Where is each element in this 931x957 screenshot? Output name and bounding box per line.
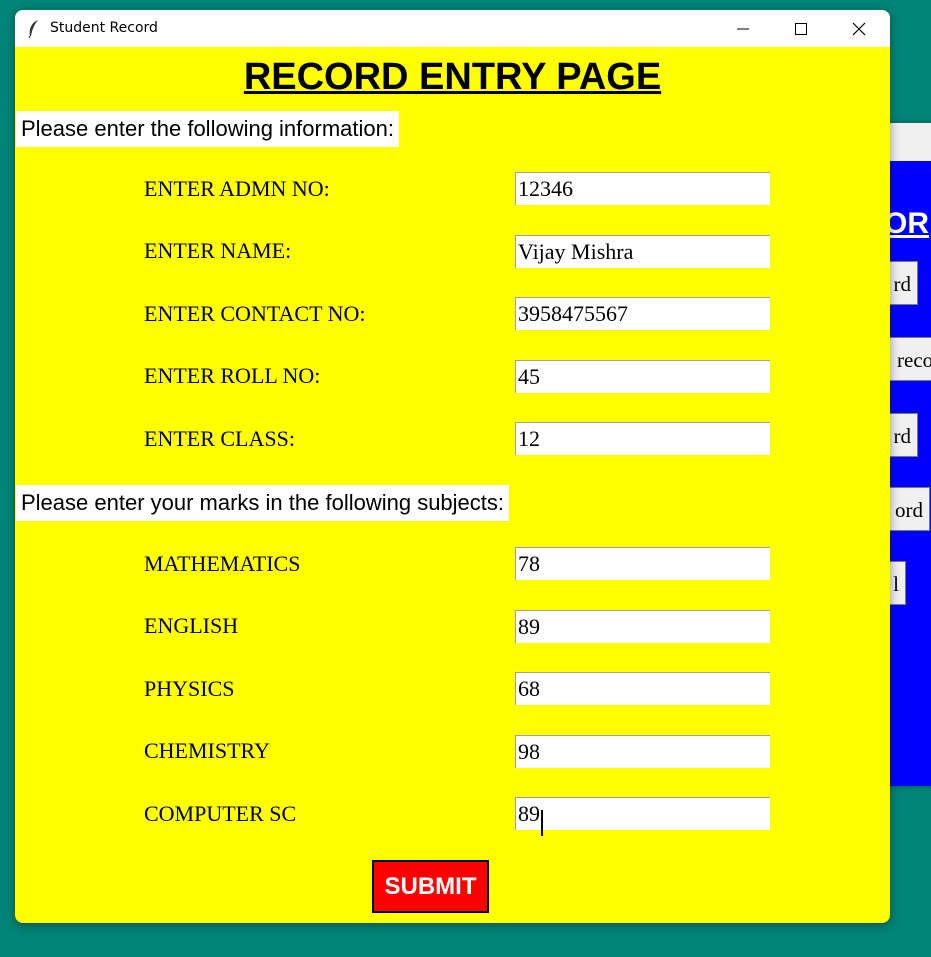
class-label: ENTER CLASS:: [144, 426, 295, 451]
physics-input[interactable]: [515, 672, 770, 705]
contact-no-label: ENTER CONTACT NO:: [144, 301, 366, 326]
mathematics-input[interactable]: [515, 547, 770, 580]
maximize-icon: [795, 23, 807, 35]
submit-button[interactable]: SUBMIT: [372, 860, 489, 913]
computer-sc-label: COMPUTER SC: [144, 801, 297, 826]
name-input[interactable]: [515, 235, 770, 268]
admn-no-label: ENTER ADMN NO:: [144, 176, 330, 201]
window-title: Student Record: [50, 20, 158, 36]
close-icon: [852, 22, 866, 36]
name-label: ENTER NAME:: [144, 238, 292, 263]
page-title: RECORD ENTRY PAGE: [243, 56, 662, 98]
chemistry-input[interactable]: [515, 735, 770, 768]
chemistry-label: CHEMISTRY: [144, 738, 270, 763]
admn-no-input[interactable]: [515, 172, 770, 205]
contact-no-input[interactable]: [515, 297, 770, 330]
minimize-button[interactable]: [715, 10, 773, 47]
english-input[interactable]: [515, 610, 770, 643]
minimize-icon: [737, 28, 749, 30]
roll-no-label: ENTER ROLL NO:: [144, 363, 321, 388]
background-window-title: OR: [884, 207, 929, 240]
close-button[interactable]: [831, 10, 889, 47]
computer-sc-input[interactable]: [515, 797, 770, 830]
physics-label: PHYSICS: [144, 676, 235, 701]
info-prompt: Please enter the following information:: [16, 111, 399, 147]
text-cursor: [541, 810, 543, 836]
mathematics-label: MATHEMATICS: [144, 551, 301, 576]
feather-icon: [28, 20, 38, 39]
english-label: ENGLISH: [144, 613, 239, 638]
maximize-button[interactable]: [773, 10, 831, 47]
form-area: RECORD ENTRY PAGE Please enter the follo…: [15, 47, 890, 923]
marks-prompt: Please enter your marks in the following…: [16, 485, 510, 521]
title-bar[interactable]: Student Record: [15, 10, 890, 47]
roll-no-input[interactable]: [515, 360, 770, 393]
student-record-window: Student Record RECORD ENTRY PAGE Please …: [15, 10, 890, 923]
class-input[interactable]: [515, 422, 770, 455]
